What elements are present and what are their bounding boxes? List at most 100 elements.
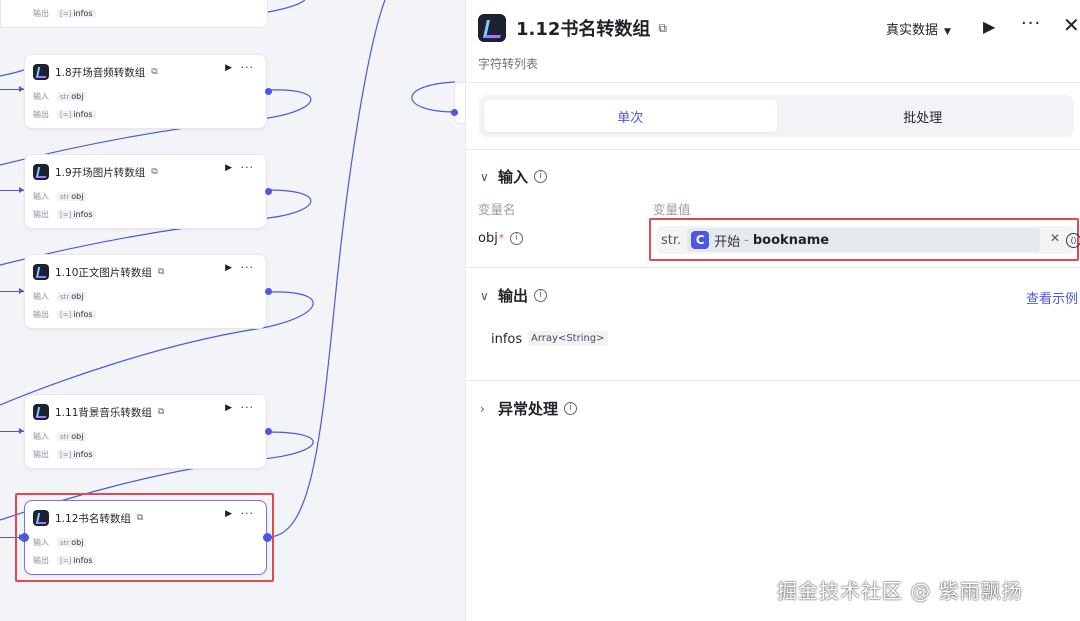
chevron-right-icon[interactable]: › — [480, 402, 498, 416]
play-icon[interactable]: ▶ — [225, 63, 232, 73]
output-port[interactable] — [265, 428, 272, 435]
play-icon[interactable]: ▶ — [225, 403, 232, 413]
plugin-logo-icon — [33, 264, 49, 280]
ref-variable-name: bookname — [752, 232, 830, 248]
more-icon[interactable]: ··· — [241, 261, 255, 274]
info-icon[interactable]: i — [509, 232, 523, 245]
tab-batch[interactable]: 批处理 — [777, 100, 1070, 132]
more-icon[interactable]: ··· — [241, 401, 255, 414]
node-input-row: 输入 str obj — [33, 191, 87, 202]
variable-value-highlight-box: str. C 开始 - bookname ✕ ⟨⟩ — [649, 218, 1080, 261]
output-port[interactable] — [265, 288, 272, 295]
node-output-row: 输出 [=] infos — [33, 449, 96, 460]
list-icon: [=] — [60, 311, 72, 319]
info-icon[interactable]: i — [564, 402, 578, 415]
info-icon[interactable]: i — [534, 289, 548, 302]
input-var-tag: str obj — [57, 432, 87, 441]
input-section-header[interactable]: ∨ 输入 i — [480, 166, 548, 187]
node-title: 1.10正文图片转数组 — [55, 266, 152, 279]
clear-icon[interactable]: ✕ — [1050, 231, 1060, 245]
close-icon[interactable]: ✕ — [1063, 13, 1080, 37]
workflow-canvas[interactable]: 输出 [=] infos 1.8开场音频转数组 ⧉ ▶ ··· 输入 str obj… — [0, 0, 465, 621]
copy-icon[interactable]: ⧉ — [151, 167, 157, 177]
incoming-edge-arrow — [0, 187, 24, 193]
output-var-tag: [=] infos — [57, 9, 96, 18]
copy-icon[interactable]: ⧉ — [158, 267, 164, 277]
play-icon[interactable]: ▶ — [225, 163, 232, 173]
chevron-down-icon[interactable]: ∨ — [480, 170, 498, 184]
plugin-logo-icon — [478, 14, 506, 42]
chevron-down-icon[interactable]: ∨ — [480, 289, 498, 303]
data-mode-select[interactable]: 真实数据 ▼ — [886, 19, 951, 38]
output-var-name: infos — [491, 332, 523, 347]
info-icon[interactable]: i — [534, 170, 548, 183]
column-label-name: 变量名 — [478, 202, 516, 217]
plugin-logo-icon — [33, 164, 49, 180]
string-type-icon: str — [60, 433, 70, 441]
divider — [466, 82, 1080, 83]
plugin-logo-icon — [33, 64, 49, 80]
node-input-row: 输入 str obj — [33, 291, 87, 302]
error-handling-section-header[interactable]: › 异常处理 i — [480, 398, 578, 419]
output-var-tag: [=] infos — [57, 310, 96, 319]
copy-icon[interactable]: ⧉ — [658, 21, 667, 36]
start-node-icon: C — [691, 231, 710, 249]
incoming-edge-arrow — [0, 86, 24, 92]
play-icon[interactable]: ▶ — [225, 263, 232, 273]
workflow-node-1-10[interactable]: 1.10正文图片转数组 ⧉ ▶ ··· 输入 str obj 输出 [=] info… — [24, 254, 272, 329]
wire-top — [267, 0, 306, 13]
string-type-icon: str — [60, 293, 70, 301]
input-field-name: obj * i — [478, 231, 523, 246]
more-icon[interactable]: ··· — [241, 61, 255, 74]
divider — [466, 267, 1080, 268]
node-input-row: 输入 str obj — [33, 431, 87, 442]
panel-header: 1.12书名转数组 ⧉ 真实数据 ▼ ▶ ··· ✕ — [478, 13, 1080, 43]
input-port[interactable] — [451, 109, 458, 116]
node-title: 1.11背景音乐转数组 — [55, 406, 152, 419]
divider — [466, 149, 1080, 150]
incoming-edge-arrow — [0, 288, 24, 294]
node-output-row: 输出 [=] infos — [33, 109, 96, 120]
tab-single[interactable]: 单次 — [484, 100, 777, 132]
incoming-edge-arrow — [0, 428, 24, 434]
workflow-node-1-9[interactable]: 1.9开场图片转数组 ⧉ ▶ ··· 输入 str obj 输出 [=] infos — [24, 154, 272, 229]
wire-1-8-left — [0, 69, 25, 77]
value-type-label: str. — [661, 232, 682, 248]
list-icon: [=] — [60, 111, 72, 119]
offscreen-node[interactable] — [451, 82, 465, 124]
see-example-link[interactable]: 查看示例 — [1026, 288, 1078, 307]
node-stub-top[interactable]: 输出 [=] infos — [0, 0, 268, 28]
output-port[interactable] — [265, 188, 272, 195]
selection-highlight-box — [15, 493, 274, 582]
list-icon: [=] — [60, 211, 72, 219]
panel-description[interactable]: 字符转列表 — [478, 55, 538, 72]
output-var-tag: [=] infos — [57, 110, 96, 119]
output-section-header[interactable]: ∨ 输出 i — [480, 285, 548, 306]
copy-icon[interactable]: ⧉ — [151, 67, 157, 77]
variable-picker-icon[interactable]: ⟨⟩ — [1066, 233, 1080, 248]
string-type-icon: str — [60, 193, 70, 201]
node-title: 1.8开场音频转数组 — [55, 66, 146, 79]
list-icon: [=] — [60, 10, 72, 18]
node-output-row: 输出 [=] infos — [33, 309, 96, 320]
node-output-row: 输出 [=] infos — [33, 209, 96, 220]
node-output-row: 输出 [=] infos — [33, 8, 96, 19]
input-var-tag: str obj — [57, 92, 87, 101]
run-mode-tabs: 单次 批处理 — [479, 95, 1074, 137]
variable-reference-chip[interactable]: C 开始 - bookname — [687, 228, 1041, 252]
copy-icon[interactable]: ⧉ — [158, 407, 164, 417]
divider — [466, 380, 1080, 381]
variable-value-field[interactable]: str. C 开始 - bookname ✕ ⟨⟩ — [656, 226, 1080, 254]
output-port[interactable] — [265, 88, 272, 95]
play-icon[interactable]: ▶ — [983, 17, 995, 36]
wire-long-to-top — [267, 0, 386, 538]
more-icon[interactable]: ··· — [1021, 13, 1041, 34]
more-icon[interactable]: ··· — [241, 161, 255, 174]
workflow-node-1-11[interactable]: 1.11背景音乐转数组 ⧉ ▶ ··· 输入 str obj 输出 [=] info… — [24, 394, 272, 469]
output-label: 输出 — [33, 9, 49, 18]
panel-title[interactable]: 1.12书名转数组 — [516, 15, 650, 41]
workflow-node-1-8[interactable]: 1.8开场音频转数组 ⧉ ▶ ··· 输入 str obj 输出 [=] infos — [24, 54, 272, 129]
wire-mini-loop — [411, 81, 456, 113]
caret-down-icon: ▼ — [944, 27, 951, 37]
output-var-type-badge: Array<String> — [528, 331, 608, 346]
